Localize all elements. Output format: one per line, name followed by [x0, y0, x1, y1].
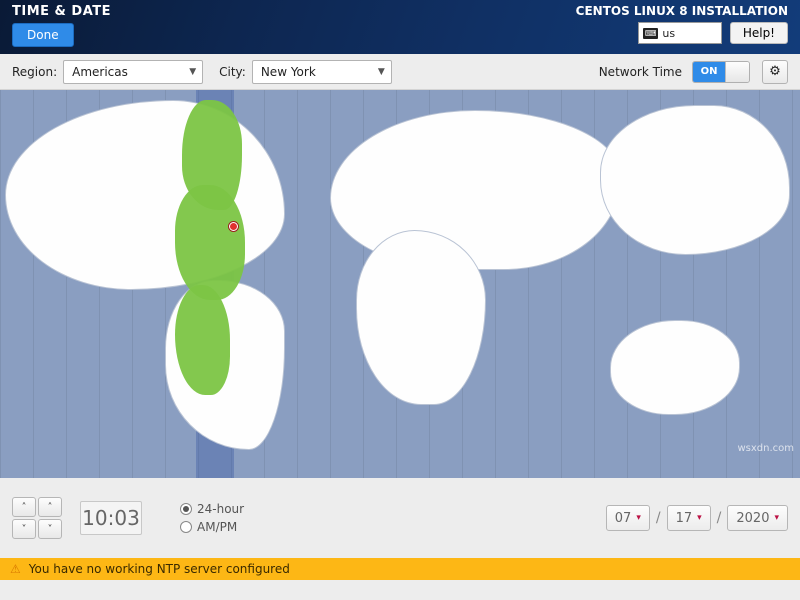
- chevron-down-icon: ▾: [636, 513, 641, 523]
- landmass-australia: [610, 320, 740, 415]
- time-separator: :: [108, 506, 115, 530]
- time-spinner: ˄ ˅ ˄ ˅: [12, 497, 62, 539]
- done-button[interactable]: Done: [12, 23, 74, 47]
- minutes-up-button[interactable]: ˄: [38, 497, 62, 517]
- toggle-knob: [725, 62, 749, 82]
- landmass-east-asia: [600, 105, 790, 255]
- format-ampm-label: AM/PM: [197, 520, 237, 534]
- date-picker: 07 ▾ / 17 ▾ / 2020 ▾: [606, 505, 788, 531]
- warning-icon: ⚠: [10, 562, 21, 576]
- warning-bar: ⚠ You have no working NTP server configu…: [0, 558, 800, 580]
- city-value: New York: [261, 65, 316, 79]
- landmass-africa: [356, 230, 486, 405]
- month-dropdown[interactable]: 07 ▾: [606, 505, 650, 531]
- time-format-group: 24-hour AM/PM: [180, 502, 244, 534]
- keyboard-layout-value: us: [662, 27, 675, 40]
- highlight-east-na: [175, 185, 245, 300]
- date-separator: /: [656, 510, 661, 526]
- format-ampm-radio[interactable]: AM/PM: [180, 520, 244, 534]
- radio-icon: [180, 521, 192, 533]
- year-dropdown[interactable]: 2020 ▾: [727, 505, 788, 531]
- keyboard-layout-indicator[interactable]: ⌨ us: [638, 22, 722, 44]
- city-dropdown[interactable]: New York ▼: [252, 60, 392, 84]
- minutes-down-button[interactable]: ˅: [38, 519, 62, 539]
- time-minutes: 03: [114, 506, 139, 530]
- network-time-toggle[interactable]: ON: [692, 61, 750, 83]
- installer-title: CENTOS LINUX 8 INSTALLATION: [576, 4, 788, 18]
- chevron-down-icon: ▼: [378, 67, 385, 77]
- hours-down-button[interactable]: ˅: [12, 519, 36, 539]
- day-dropdown[interactable]: 17 ▾: [667, 505, 711, 531]
- help-button[interactable]: Help!: [730, 22, 788, 44]
- format-24h-label: 24-hour: [197, 502, 244, 516]
- month-value: 07: [615, 511, 632, 526]
- city-marker: [229, 222, 238, 231]
- region-city-toolbar: Region: Americas ▼ City: New York ▼ Netw…: [0, 54, 800, 90]
- year-value: 2020: [736, 511, 769, 526]
- region-dropdown[interactable]: Americas ▼: [63, 60, 203, 84]
- time-hours: 10: [82, 506, 107, 530]
- banner-left: TIME & DATE Done: [12, 4, 111, 47]
- chevron-down-icon: ▾: [697, 513, 702, 523]
- network-time-label: Network Time: [599, 65, 682, 79]
- city-label: City:: [219, 65, 246, 79]
- banner-right: CENTOS LINUX 8 INSTALLATION ⌨ us Help!: [576, 4, 788, 44]
- watermark: wsxdn.com: [737, 443, 794, 454]
- top-banner: TIME & DATE Done CENTOS LINUX 8 INSTALLA…: [0, 0, 800, 54]
- toggle-on-label: ON: [693, 62, 725, 82]
- chevron-down-icon: ▾: [774, 513, 779, 523]
- ntp-settings-button[interactable]: ⚙: [762, 60, 788, 84]
- format-24h-radio[interactable]: 24-hour: [180, 502, 244, 516]
- time-display: 10:03: [80, 501, 142, 535]
- keyboard-icon: ⌨: [643, 28, 659, 39]
- region-label: Region:: [12, 65, 57, 79]
- day-value: 17: [676, 511, 693, 526]
- warning-message: You have no working NTP server configure…: [29, 562, 290, 576]
- page-title: TIME & DATE: [12, 4, 111, 19]
- chevron-down-icon: ▼: [189, 67, 196, 77]
- landmass-eurasia: [330, 110, 620, 270]
- time-date-controls: ˄ ˅ ˄ ˅ 10:03 24-hour AM/PM 07 ▾ / 17 ▾ …: [0, 478, 800, 558]
- region-value: Americas: [72, 65, 128, 79]
- gear-icon: ⚙: [769, 64, 781, 79]
- hours-up-button[interactable]: ˄: [12, 497, 36, 517]
- radio-icon: [180, 503, 192, 515]
- timezone-map[interactable]: wsxdn.com: [0, 90, 800, 478]
- date-separator: /: [717, 510, 722, 526]
